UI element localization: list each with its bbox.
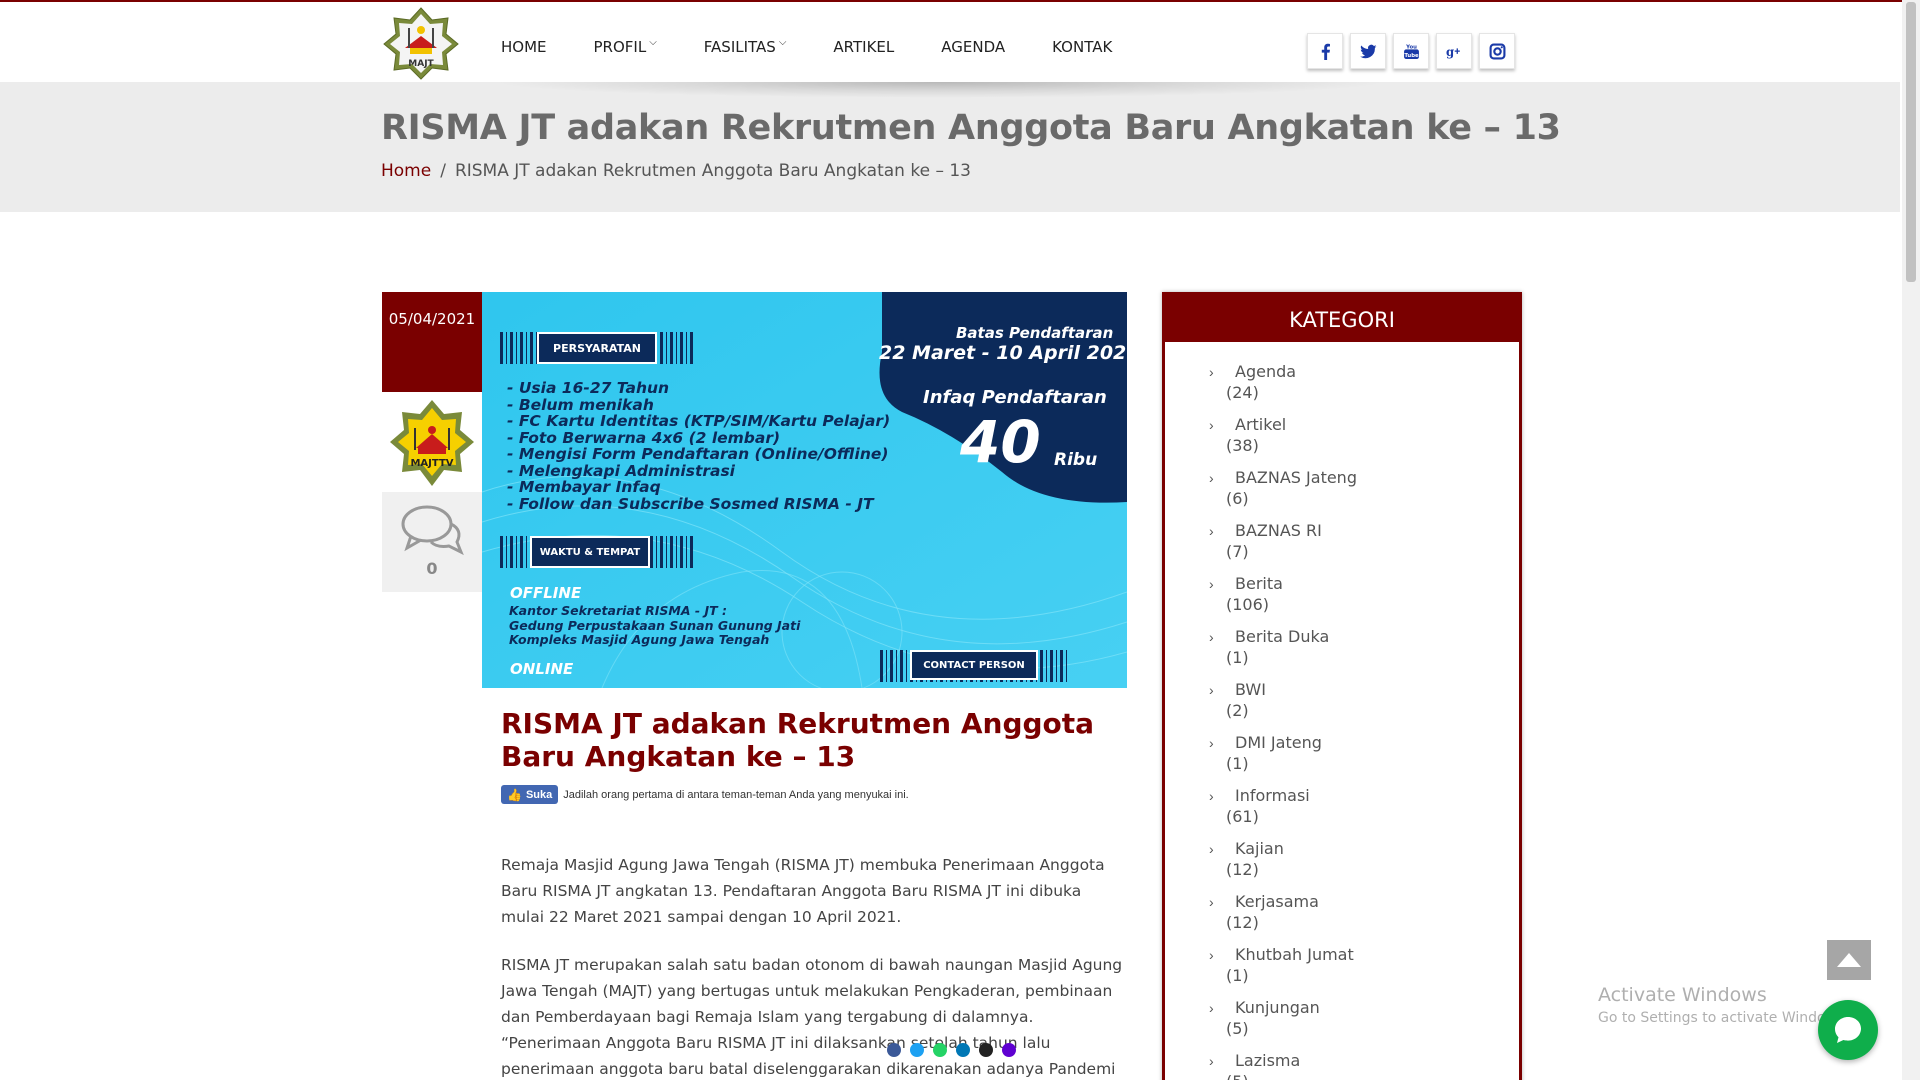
category-item[interactable]: › Informasi (61) <box>1165 786 1519 839</box>
article-title[interactable]: RISMA JT adakan Rekrutmen Anggota Baru A… <box>501 707 1121 773</box>
chevron-right-icon: › <box>1209 682 1214 698</box>
persyaratan-label: PERSYARATAN <box>537 332 657 364</box>
batas-dates: 22 Maret - 10 April 2021 <box>879 342 1127 364</box>
instagram-icon[interactable] <box>1479 33 1515 69</box>
facebook-icon[interactable] <box>1307 33 1343 69</box>
facebook-like-widget: 👍 Suka Jadilah orang pertama di antara te… <box>501 785 909 804</box>
facebook-like-text: Jadilah orang pertama di antara teman-te… <box>563 788 909 801</box>
chat-bubble-icon <box>1835 1017 1861 1043</box>
chevron-right-icon: › <box>1209 417 1214 433</box>
category-item[interactable]: › Kajian (12) <box>1165 839 1519 892</box>
nav-profil[interactable]: PROFIL ⌵ <box>594 37 657 56</box>
svg-text:g: g <box>1446 44 1454 58</box>
yahoo-share-icon[interactable] <box>1002 1043 1016 1057</box>
online-label: ONLINE <box>510 660 574 678</box>
chevron-down-icon: ⌵ <box>649 37 657 48</box>
header-shadow <box>490 82 1390 98</box>
facebook-share-icon[interactable] <box>887 1043 901 1057</box>
category-item[interactable]: › Kunjungan (5) <box>1165 998 1519 1051</box>
nav-home[interactable]: HOME <box>501 38 547 56</box>
activate-windows-watermark: Activate Windows Go to Settings to activ… <box>1598 984 1849 1026</box>
category-item[interactable]: › DMI Jateng (1) <box>1165 733 1519 786</box>
caret-up-icon <box>1837 953 1861 967</box>
chevron-right-icon: › <box>1209 894 1214 910</box>
chevron-right-icon: › <box>1209 1000 1214 1016</box>
article-paragraph: Remaja Masjid Agung Jawa Tengah (RISMA J… <box>501 856 1105 926</box>
share-bar <box>887 1043 1025 1057</box>
twitter-share-icon[interactable] <box>910 1043 924 1057</box>
breadcrumb-current: RISMA JT adakan Rekrutmen Anggota Baru A… <box>454 161 971 181</box>
thumbs-up-icon: 👍 <box>507 787 522 802</box>
chevron-right-icon: › <box>1209 470 1214 486</box>
category-sidebar: KATEGORI › Agenda (24) › Artikel (38) › BAZNA… <box>1162 292 1522 1080</box>
category-item[interactable]: › BAZNAS RI (7) <box>1165 521 1519 574</box>
breadcrumb: Home / RISMA JT adakan Rekrutmen Anggota B… <box>381 161 971 181</box>
breadcrumb-home-link[interactable]: Home <box>381 161 431 181</box>
chevron-right-icon: › <box>1209 841 1214 857</box>
article-body: Remaja Masjid Agung Jawa Tengah (RISMA J… <box>501 852 1126 1080</box>
whatsapp-share-icon[interactable] <box>933 1043 947 1057</box>
chevron-right-icon: › <box>1209 1053 1214 1069</box>
nav-kontak[interactable]: KONTAK <box>1052 38 1112 56</box>
svg-text:Tube: Tube <box>1404 52 1419 58</box>
google-plus-icon[interactable]: g <box>1436 33 1472 69</box>
category-item[interactable]: › Khutbah Jumat (1) <box>1165 945 1519 998</box>
twitter-icon[interactable] <box>1350 33 1386 69</box>
infaq-value: 40 <box>960 408 1041 476</box>
site-logo[interactable]: MAJT <box>380 6 462 80</box>
category-item[interactable]: › BAZNAS Jateng (6) <box>1165 468 1519 521</box>
requirements-list: - Usia 16-27 Tahun - Belum menikah - FC … <box>507 379 891 513</box>
nav-fasilitas[interactable]: FASILITAS ⌵ <box>704 37 787 56</box>
breadcrumb-separator: / <box>440 161 446 181</box>
linkedin-share-icon[interactable] <box>956 1043 970 1057</box>
back-to-top-button[interactable] <box>1827 940 1871 980</box>
sidebar-heading: KATEGORI <box>1165 295 1519 342</box>
category-item[interactable]: › Berita Duka (1) <box>1165 627 1519 680</box>
offline-label: OFFLINE <box>510 584 582 602</box>
chevron-right-icon: › <box>1209 629 1214 645</box>
category-list: › Agenda (24) › Artikel (38) › BAZNAS Jateng(… <box>1165 362 1519 1080</box>
comments-icon <box>401 505 464 556</box>
category-item[interactable]: › Berita (106) <box>1165 574 1519 627</box>
category-item[interactable]: › Agenda (24) <box>1165 362 1519 415</box>
chevron-right-icon: › <box>1209 523 1214 539</box>
chevron-right-icon: › <box>1209 788 1214 804</box>
chevron-right-icon: › <box>1209 364 1214 380</box>
contact-person-label: CONTACT PERSON <box>910 650 1038 680</box>
infaq-label: Infaq Pendaftaran <box>923 387 1107 408</box>
svg-text:MAJTTV: MAJTTV <box>410 458 453 469</box>
facebook-like-button[interactable]: 👍 Suka <box>501 785 559 804</box>
page-title: RISMA JT adakan Rekrutmen Anggota Baru A… <box>381 108 1561 148</box>
svg-text:MAJT: MAJT <box>408 59 434 69</box>
chevron-right-icon: › <box>1209 947 1214 963</box>
waktu-tempat-label: WAKTU & TEMPAT <box>530 536 650 568</box>
social-links: Tube You g <box>1307 33 1522 69</box>
main-nav: HOME PROFIL ⌵ FASILITAS ⌵ ARTIKEL AGENDA K… <box>501 37 1159 56</box>
category-item[interactable]: › Artikel (38) <box>1165 415 1519 468</box>
chevron-down-icon: ⌵ <box>778 37 787 48</box>
site-header: MAJT HOME PROFIL ⌵ FASILITAS ⌵ ARTIKEL AGE… <box>0 2 1900 82</box>
chevron-right-icon: › <box>1209 576 1214 592</box>
comment-count: 0 <box>426 559 438 578</box>
author-avatar[interactable]: MAJTTV <box>382 392 482 492</box>
post-featured-image[interactable]: PERSYARATAN Batas Pendaftaran 22 Maret -… <box>482 292 1127 688</box>
category-item[interactable]: › BWI (2) <box>1165 680 1519 733</box>
print-share-icon[interactable] <box>979 1043 993 1057</box>
batas-label: Batas Pendaftaran <box>956 324 1114 342</box>
scrollbar-thumb[interactable] <box>1906 2 1916 282</box>
svg-text:You: You <box>1405 44 1417 50</box>
article-paragraph: RISMA JT merupakan salah satu badan oton… <box>501 956 1123 1078</box>
nav-agenda[interactable]: AGENDA <box>941 38 1005 56</box>
category-item[interactable]: ›Lazisma(5) <box>1165 1051 1519 1080</box>
post-date: 05/04/2021 <box>382 292 482 392</box>
chevron-right-icon: › <box>1209 735 1214 751</box>
chat-button[interactable] <box>1818 1000 1878 1060</box>
infaq-unit: Ribu <box>1054 450 1098 470</box>
comment-counter[interactable]: 0 <box>382 492 482 592</box>
nav-artikel[interactable]: ARTIKEL <box>833 38 894 56</box>
offline-address: Kantor Sekretariat RISMA - JT : Gedung P… <box>509 603 801 647</box>
youtube-icon[interactable]: Tube You <box>1393 33 1429 69</box>
category-item[interactable]: › Kerjasama (12) <box>1165 892 1519 945</box>
